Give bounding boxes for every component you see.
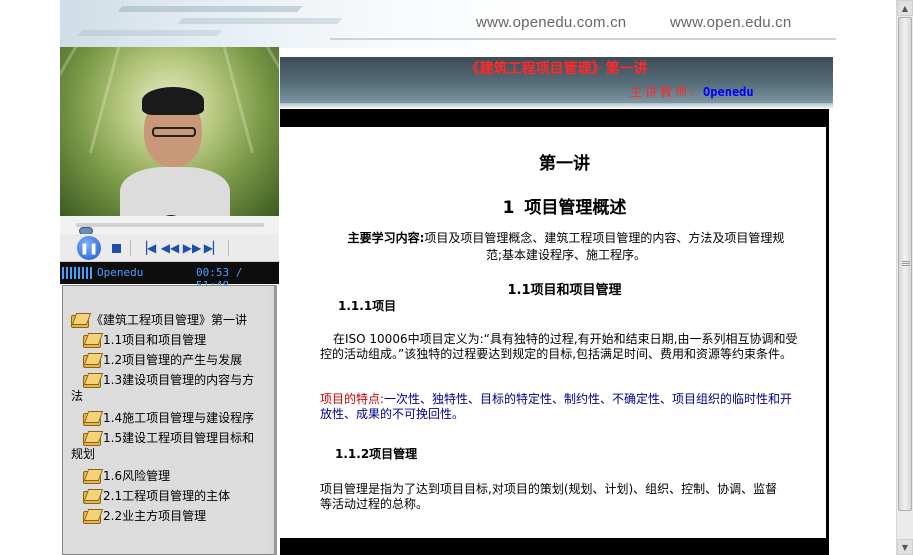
outline-item-1-5-cont[interactable]: 规划 [71, 446, 95, 462]
pause-button[interactable]: ❚❚ [77, 236, 101, 260]
lecturer-figure [120, 87, 230, 216]
signal-bars-icon [62, 267, 92, 279]
management-paragraph: 项目管理是指为了达到项目目标,对项目的策划(规划、计划)、组织、控制、协调、监督… [320, 482, 778, 511]
grip-icon [902, 261, 910, 267]
rewind-icon: ◀◀ [160, 241, 180, 255]
control-divider [228, 240, 229, 256]
stop-icon [111, 243, 121, 253]
outline-item-1-3[interactable]: 1.3建设项目管理的内容与方 [83, 372, 254, 388]
seek-bar[interactable] [60, 216, 279, 235]
features-label: 项目的特点: [320, 392, 385, 406]
arrow-up-icon: ▲ [901, 3, 909, 13]
scroll-up-button[interactable]: ▲ [897, 0, 913, 16]
outline-item-label: 2.1工程项目管理的主体 [103, 489, 231, 503]
content-top-bar [280, 109, 829, 127]
teacher-label: 主讲教师: [630, 85, 698, 99]
course-title: 《建筑工程项目管理》第一讲 [465, 61, 648, 77]
skip-forward-button[interactable]: ▶▏ [203, 239, 223, 257]
outline-item-1-4[interactable]: 1.4施工项目管理与建设程序 [83, 410, 254, 426]
lecture-title: 第一讲 [539, 154, 590, 174]
book-icon [83, 469, 101, 484]
summary-label: 主要学习内容: [347, 231, 425, 245]
video-player[interactable] [60, 47, 279, 216]
lecture-content: 第一讲 1 项目管理概述 主要学习内容:项目及项目管理概念、建筑工程项目管理的内容… [280, 127, 829, 538]
seek-track[interactable] [76, 223, 264, 235]
outline-item-label: 规划 [71, 447, 96, 461]
outline-item-label: 1.6风险管理 [103, 469, 171, 483]
summary-text: 项目及项目管理概念、建筑工程项目管理的内容、方法及项目管理规范;基本建设程序、施… [424, 231, 785, 262]
skip-back-button[interactable]: ▕◀ [137, 239, 157, 257]
outline-root-label: 《建筑工程项目管理》第一讲 [91, 313, 248, 327]
features-text: 一次性、独特性、目标的特定性、制约性、不确定性、项目组织的临时性和开放性、成果的… [320, 392, 793, 421]
lecturer-shirt [120, 167, 230, 216]
subsubsection-title: 1.1.1项目 [338, 299, 397, 313]
scroll-thumb[interactable] [898, 17, 912, 511]
outline-item-label: 1.4施工项目管理与建设程序 [103, 411, 255, 425]
course-outline: 《建筑工程项目管理》第一讲 1.1项目和项目管理 1.2项目管理的产生与发展 1… [62, 285, 277, 555]
open-folder-icon [71, 313, 89, 328]
outline-root[interactable]: 《建筑工程项目管理》第一讲 [71, 312, 247, 328]
fast-forward-icon: ▶▶ [182, 241, 202, 255]
section-title: 1 项目管理概述 [280, 193, 849, 218]
player-status-name: Openedu [97, 266, 144, 279]
outline-item-2-2[interactable]: 2.2业主方项目管理 [83, 508, 206, 524]
outline-item-1-3-cont[interactable]: 法 [71, 388, 83, 404]
outline-item-1-1[interactable]: 1.1项目和项目管理 [83, 332, 206, 348]
learning-summary: 主要学习内容:项目及项目管理概念、建筑工程项目管理的内容、方法及项目管理规范;基… [346, 230, 786, 264]
subsubsection-title: 1.1.2项目管理 [335, 447, 418, 461]
subsection-title: 1.1项目和项目管理 [507, 283, 622, 298]
banner-divider [330, 38, 836, 40]
outline-item-1-2[interactable]: 1.2项目管理的产生与发展 [83, 352, 242, 368]
fast-forward-button[interactable]: ▶▶ [182, 239, 202, 257]
control-divider [130, 240, 131, 256]
lecturer-hair [142, 87, 204, 115]
arrow-down-icon: ▼ [901, 542, 909, 552]
content-bottom-bar [280, 538, 829, 555]
book-icon [83, 411, 101, 426]
outline-item-label: 1.5建设工程项目管理目标和 [103, 431, 255, 445]
section-title-text: 项目管理概述 [524, 198, 627, 218]
book-icon [83, 489, 101, 504]
book-icon [83, 373, 101, 388]
outline-item-label: 1.2项目管理的产生与发展 [103, 353, 243, 367]
book-icon [83, 333, 101, 348]
teacher-name: Openedu [703, 85, 754, 99]
site-url-2[interactable]: www.open.edu.cn [670, 14, 791, 31]
lecture-header: 《建筑工程项目管理》第一讲 主讲教师: Openedu [280, 57, 833, 103]
banner-stripe [117, 6, 303, 12]
outline-list: 《建筑工程项目管理》第一讲 1.1项目和项目管理 1.2项目管理的产生与发展 1… [63, 286, 268, 554]
page-scrollbar[interactable]: ▲ ▼ [896, 0, 913, 555]
outline-item-label: 2.2业主方项目管理 [103, 509, 207, 523]
stop-button[interactable] [110, 239, 122, 257]
outline-item-label: 法 [71, 389, 84, 403]
section-number: 1 [502, 198, 515, 218]
outline-item-1-5[interactable]: 1.5建设工程项目管理目标和 [83, 430, 254, 446]
outline-item-1-6[interactable]: 1.6风险管理 [83, 468, 170, 484]
teacher-info: 主讲教师: Openedu [630, 83, 754, 100]
player-controls: ❚❚ ▕◀ ◀◀ ▶▶ ▶▏ [60, 234, 279, 262]
skip-forward-icon: ▶▏ [203, 241, 223, 255]
site-banner: www.openedu.com.cn www.open.edu.cn [60, 0, 836, 48]
skip-back-icon: ▕◀ [137, 241, 157, 255]
banner-stripe [177, 18, 343, 24]
lecturer-glasses [152, 127, 196, 137]
outline-item-label: 1.1项目和项目管理 [103, 333, 207, 347]
features-paragraph: 项目的特点:一次性、独特性、目标的特定性、制约性、不确定性、项目组织的临时性和开… [320, 392, 800, 422]
rewind-button[interactable]: ◀◀ [160, 239, 180, 257]
book-icon [83, 431, 101, 446]
banner-stripe [77, 30, 223, 36]
right-margin [836, 0, 896, 555]
book-icon [83, 509, 101, 524]
outline-item-label: 1.3建设项目管理的内容与方 [103, 373, 255, 387]
definition-paragraph: 在ISO 10006中项目定义为:“具有独特的过程,有开始和结束日期,由一系列相… [320, 332, 798, 361]
left-margin [0, 0, 60, 555]
scroll-down-button[interactable]: ▼ [897, 539, 913, 555]
book-icon [83, 353, 101, 368]
pause-icon: ❚❚ [79, 241, 99, 255]
player-status-bar: Openedu 00:53 / 51:48 [60, 262, 279, 292]
site-url-1[interactable]: www.openedu.com.cn [476, 14, 626, 31]
outline-item-2-1[interactable]: 2.1工程项目管理的主体 [83, 488, 230, 504]
